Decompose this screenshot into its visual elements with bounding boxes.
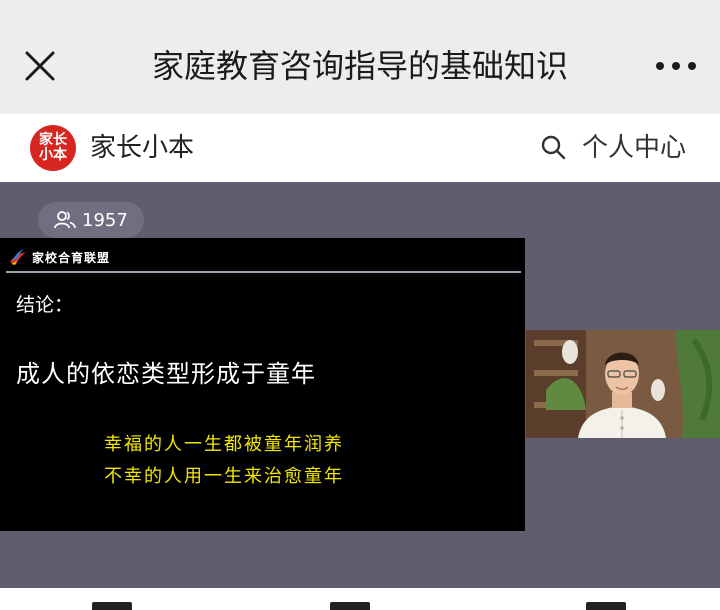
slide-line-2: 不幸的人用一生来治愈童年 — [104, 466, 344, 487]
tab-fragment — [586, 602, 626, 610]
channel-logo-text: 家长小本 — [39, 132, 67, 163]
live-player[interactable]: 1957 家校合育联盟 结论： 成人的依恋类型形成于童年 幸福的人一生都被童年润… — [0, 182, 720, 588]
close-button[interactable] — [22, 48, 58, 84]
presentation-slide: 家校合育联盟 结论： 成人的依恋类型形成于童年 幸福的人一生都被童年润养 不幸的… — [0, 238, 525, 531]
slide-line-1: 幸福的人一生都被童年润养 — [104, 434, 344, 455]
search-icon — [541, 135, 566, 160]
channel-logo[interactable]: 家长小本 — [30, 125, 76, 171]
slide-header: 家校合育联盟 — [8, 246, 110, 268]
more-icon — [656, 62, 696, 70]
more-button[interactable] — [652, 50, 700, 82]
channel-header: 家长小本 家长小本 个人中心 — [0, 114, 720, 182]
tab-fragment — [92, 602, 132, 610]
bird-logo-icon — [10, 249, 26, 265]
viewer-count-badge: 1957 — [38, 202, 144, 238]
slide-divider — [6, 271, 521, 273]
people-icon — [54, 211, 76, 229]
presenter-camera[interactable] — [526, 330, 720, 438]
slide-brand: 家校合育联盟 — [32, 250, 111, 265]
slide-heading: 结论： — [16, 294, 74, 316]
tab-fragment — [330, 602, 370, 610]
bottom-tab-bar — [0, 588, 720, 610]
viewer-count: 1957 — [82, 209, 128, 231]
title-bar: 家庭教育咨询指导的基础知识 — [0, 18, 720, 114]
status-bar — [0, 0, 720, 18]
status-bar-fragment — [150, 0, 210, 6]
channel-name[interactable]: 家长小本 — [90, 130, 194, 166]
search-button[interactable] — [540, 134, 566, 160]
personal-center-link[interactable]: 个人中心 — [582, 130, 686, 166]
close-icon — [25, 51, 55, 81]
presenter-video-image — [526, 330, 720, 438]
page-title: 家庭教育咨询指导的基础知识 — [151, 47, 568, 85]
slide-main-line: 成人的依恋类型形成于童年 — [16, 360, 316, 388]
